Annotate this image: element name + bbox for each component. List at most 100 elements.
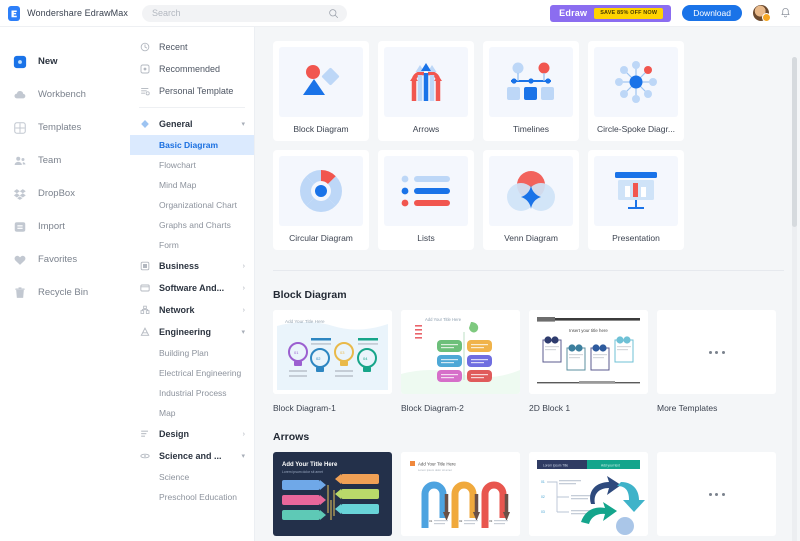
template-card-arrows-1[interactable]: Add Your Title Here Lorem ipsum dolor si… xyxy=(273,452,392,541)
app-body: New Workbench Templates Team DropBox Imp… xyxy=(0,27,800,541)
category-item-flowchart[interactable]: Flowchart xyxy=(130,155,254,175)
category-group-label: Design xyxy=(159,429,190,439)
category-item-label: Graphs and Charts xyxy=(159,220,231,230)
category-item-form[interactable]: Form xyxy=(130,235,254,255)
search-input[interactable] xyxy=(152,8,322,18)
category-group-general[interactable]: General ▾ xyxy=(130,113,254,135)
team-people-icon xyxy=(12,153,27,168)
timeline-art xyxy=(489,47,573,117)
sidebar-item-templates[interactable]: Templates xyxy=(0,111,130,144)
scrollbar-thumb[interactable] xyxy=(792,57,797,227)
template-card-2d-block-1[interactable]: Insert your title here 2D Block 1 xyxy=(529,310,648,413)
svg-text:Insert your title here: Insert your title here xyxy=(569,328,608,333)
notification-bell-icon[interactable] xyxy=(780,7,791,19)
business-icon xyxy=(139,261,150,272)
general-icon xyxy=(139,119,150,130)
template-card-arrows-2[interactable]: Add Your Title Here Lorem ipsum dolor si… xyxy=(401,452,520,541)
diagram-tile-lists[interactable]: Lists xyxy=(378,150,474,250)
template-card-more-templates-block[interactable]: More Templates xyxy=(657,310,776,413)
svg-text:03: 03 xyxy=(489,519,493,523)
chevron-right-icon[interactable]: › xyxy=(243,285,245,292)
search-icon[interactable] xyxy=(328,8,339,19)
chevron-down-icon[interactable]: ▾ xyxy=(241,453,245,460)
software-icon xyxy=(139,283,150,294)
template-card-block-diagram-1[interactable]: Add Your Title Here 01 02 03 04 Block Di… xyxy=(273,310,392,413)
template-card-more-templates-arrows[interactable] xyxy=(657,452,776,541)
category-item-organizational-chart[interactable]: Organizational Chart xyxy=(130,195,254,215)
science-icon xyxy=(139,451,150,462)
category-item-map[interactable]: Map xyxy=(130,403,254,423)
star-badge-icon xyxy=(139,64,150,75)
promo-banner[interactable]: Edraw SAVE 85% OFF NOW xyxy=(550,4,672,22)
category-item-building-plan[interactable]: Building Plan xyxy=(130,343,254,363)
ellipsis-icon xyxy=(708,350,725,354)
diagram-tile-timelines[interactable]: Timelines xyxy=(483,41,579,141)
download-button[interactable]: Download xyxy=(682,5,742,21)
category-item-science[interactable]: Science xyxy=(130,467,254,487)
category-group-network[interactable]: Network › xyxy=(130,299,254,321)
category-item-label: Basic Diagram xyxy=(159,140,219,150)
sidebar-item-new[interactable]: New xyxy=(0,45,130,78)
sidebar-item-label: Workbench xyxy=(38,89,86,100)
diagram-tile-venn-diagram[interactable]: Venn Diagram xyxy=(483,150,579,250)
category-group-science[interactable]: Science and ... ▾ xyxy=(130,445,254,467)
sidebar-item-team[interactable]: Team xyxy=(0,144,130,177)
category-group-engineering[interactable]: Engineering ▾ xyxy=(130,321,254,343)
sidebar-item-import[interactable]: Import xyxy=(0,210,130,243)
category-group-business[interactable]: Business › xyxy=(130,255,254,277)
diagram-tile-label: Circular Diagram xyxy=(289,233,353,243)
main-scrollbar[interactable] xyxy=(792,57,797,541)
circular-art xyxy=(279,156,363,226)
category-item-electrical-engineering[interactable]: Electrical Engineering xyxy=(130,363,254,383)
search-box[interactable] xyxy=(142,4,347,22)
sidebar-item-dropbox[interactable]: DropBox xyxy=(0,177,130,210)
diagram-tile-arrows[interactable]: Arrows xyxy=(378,41,474,141)
template-card-arrows-3[interactable]: Lorem ipsum Title Add your text 01 02 03 xyxy=(529,452,648,541)
sidebar-item-workbench[interactable]: Workbench xyxy=(0,78,130,111)
section-title-arrows: Arrows xyxy=(273,431,310,443)
svg-text:01: 01 xyxy=(541,480,545,484)
chevron-right-icon[interactable]: › xyxy=(243,263,245,270)
presentation-art xyxy=(594,156,678,226)
chevron-right-icon[interactable]: › xyxy=(243,307,245,314)
category-item-industrial-process[interactable]: Industrial Process xyxy=(130,383,254,403)
sidebar-item-label: Recycle Bin xyxy=(38,287,89,298)
promo-badge: SAVE 85% OFF NOW xyxy=(594,7,664,19)
category-group-design[interactable]: Design › xyxy=(130,423,254,445)
template-card-label: Block Diagram-1 xyxy=(273,403,336,413)
sidebar-item-favorites[interactable]: Favorites xyxy=(0,243,130,276)
category-item-mind-map[interactable]: Mind Map xyxy=(130,175,254,195)
category-item-graphs-and-charts[interactable]: Graphs and Charts xyxy=(130,215,254,235)
category-item-label: Electrical Engineering xyxy=(159,368,242,378)
edrawmax-window: Wondershare EdrawMax Edraw SAVE 85% OFF … xyxy=(0,0,800,541)
sidebar-item-recycle-bin[interactable]: Recycle Bin xyxy=(0,276,130,309)
category-recommended[interactable]: Recommended xyxy=(130,58,254,80)
svg-text:Add your text: Add your text xyxy=(601,464,620,468)
category-label: Recommended xyxy=(159,64,221,74)
shapes-art xyxy=(279,47,363,117)
diagram-tile-circle-spoke[interactable]: Circle-Spoke Diagr... xyxy=(588,41,684,141)
category-group-software[interactable]: Software And... › xyxy=(130,277,254,299)
cloud-icon xyxy=(12,87,27,102)
category-item-label: Building Plan xyxy=(159,348,209,358)
chevron-down-icon[interactable]: ▾ xyxy=(241,121,245,128)
template-card-block-diagram-2[interactable]: Add Your Title Here Block Diagram-2 xyxy=(401,310,520,413)
avatar[interactable] xyxy=(753,5,771,22)
design-icon xyxy=(139,429,150,440)
template-row-arrows: Add Your Title Here Lorem ipsum dolor si… xyxy=(273,452,784,541)
category-recent[interactable]: Recent xyxy=(130,36,254,58)
chevron-down-icon[interactable]: ▾ xyxy=(241,329,245,336)
diagram-tile-block-diagram[interactable]: Block Diagram xyxy=(273,41,369,141)
brand-name: Wondershare EdrawMax xyxy=(27,8,128,18)
template-row-block-diagram: Add Your Title Here 01 02 03 04 Block Di… xyxy=(273,310,784,413)
diagram-type-grid: Block Diagram Arrows Timelines Circle-Sp… xyxy=(273,41,784,250)
clock-icon xyxy=(139,42,150,53)
category-item-basic-diagram[interactable]: Basic Diagram xyxy=(130,135,254,155)
diagram-tile-circular-diagram[interactable]: Circular Diagram xyxy=(273,150,369,250)
dropbox-icon xyxy=(12,186,27,201)
diagram-tile-presentation[interactable]: Presentation xyxy=(588,150,684,250)
category-item-preschool-education[interactable]: Preschool Education xyxy=(130,487,254,507)
category-personal-template[interactable]: Personal Template xyxy=(130,80,254,102)
chevron-right-icon[interactable]: › xyxy=(243,431,245,438)
more-dots xyxy=(657,452,776,536)
